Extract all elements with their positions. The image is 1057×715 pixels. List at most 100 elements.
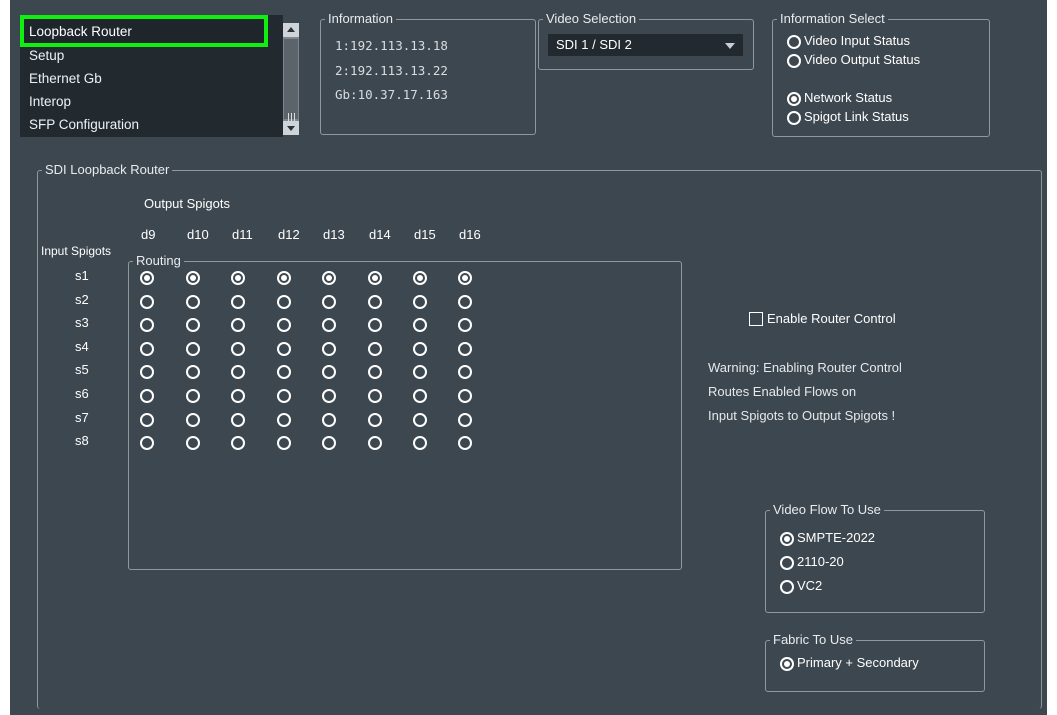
routing-radio-s5-d12[interactable] <box>277 365 291 379</box>
video-flow-option-1: SMPTE-2022 <box>797 530 876 545</box>
routing-radio-s2-d11[interactable] <box>231 295 245 309</box>
routing-radio-s2-d10[interactable] <box>186 295 200 309</box>
enable-router-control-checkbox[interactable] <box>749 312 763 326</box>
routing-title: Routing <box>136 253 181 268</box>
routing-radio-s8-d10[interactable] <box>186 436 200 450</box>
sdi-loopback-router-title: SDI Loopback Router <box>45 162 170 177</box>
routing-radio-s3-d9[interactable] <box>140 318 154 332</box>
routing-radio-s6-d11[interactable] <box>231 389 245 403</box>
routing-radio-s3-d15[interactable] <box>413 318 427 332</box>
routing-radio-s7-d10[interactable] <box>186 413 200 427</box>
video-flow-radio-1[interactable] <box>780 532 794 546</box>
routing-radio-s6-d12[interactable] <box>277 389 291 403</box>
routing-radio-s5-d10[interactable] <box>186 365 200 379</box>
routing-radio-s4-d14[interactable] <box>368 342 382 356</box>
routing-radio-s7-d13[interactable] <box>322 413 336 427</box>
nav-item-interop[interactable]: Interop <box>29 93 71 111</box>
routing-radio-s4-d13[interactable] <box>322 342 336 356</box>
routing-radio-s6-d16[interactable] <box>458 389 472 403</box>
routing-radio-s4-d9[interactable] <box>140 342 154 356</box>
scroll-thumb[interactable] <box>284 39 298 122</box>
routing-radio-s6-d10[interactable] <box>186 389 200 403</box>
information-select-title: Information Select <box>780 11 885 26</box>
input-spigot-label: s6 <box>75 386 89 401</box>
routing-radio-s6-d14[interactable] <box>368 389 382 403</box>
routing-radio-s5-d11[interactable] <box>231 365 245 379</box>
routing-radio-s8-d13[interactable] <box>322 436 336 450</box>
information-select-radio-1[interactable] <box>787 35 801 49</box>
fabric-option-1: Primary + Secondary <box>797 655 919 670</box>
routing-radio-s2-d13[interactable] <box>322 295 336 309</box>
info-line-3: Gb:10.37.17.163 <box>335 87 448 102</box>
input-spigot-label: s4 <box>75 339 89 354</box>
routing-radio-s8-d16[interactable] <box>458 436 472 450</box>
nav-item-sfp-configuration[interactable]: SFP Configuration <box>29 116 139 134</box>
routing-radio-s6-d13[interactable] <box>322 389 336 403</box>
routing-radio-s2-d15[interactable] <box>413 295 427 309</box>
video-flow-radio-3[interactable] <box>780 580 794 594</box>
routing-radio-s2-d9[interactable] <box>140 295 154 309</box>
routing-radio-s7-d11[interactable] <box>231 413 245 427</box>
warning-line-2: Routes Enabled Flows on <box>708 384 857 399</box>
routing-radio-s1-d13[interactable] <box>322 271 336 285</box>
routing-radio-s1-d11[interactable] <box>231 271 245 285</box>
routing-radio-s1-d10[interactable] <box>186 271 200 285</box>
routing-radio-s2-d12[interactable] <box>277 295 291 309</box>
output-spigot-header: d14 <box>369 227 391 242</box>
routing-radio-s6-d15[interactable] <box>413 389 427 403</box>
output-spigots-label: Output Spigots <box>144 196 230 211</box>
routing-radio-s1-d14[interactable] <box>368 271 382 285</box>
routing-radio-s8-d15[interactable] <box>413 436 427 450</box>
routing-radio-s8-d9[interactable] <box>140 436 154 450</box>
routing-radio-s3-d13[interactable] <box>322 318 336 332</box>
output-spigot-header: d11 <box>232 227 253 242</box>
nav-item-loopback-router[interactable]: Loopback Router <box>29 23 132 41</box>
routing-radio-s7-d16[interactable] <box>458 413 472 427</box>
routing-radio-s6-d9[interactable] <box>140 389 154 403</box>
routing-radio-s1-d16[interactable] <box>458 271 472 285</box>
information-select-radio-4[interactable] <box>787 111 801 125</box>
scroll-up-button[interactable] <box>283 23 299 37</box>
routing-radio-s3-d12[interactable] <box>277 318 291 332</box>
routing-radio-s3-d11[interactable] <box>231 318 245 332</box>
output-spigot-header: d9 <box>141 227 156 242</box>
routing-radio-s2-d16[interactable] <box>458 295 472 309</box>
information-select-radio-2[interactable] <box>787 54 801 68</box>
input-spigot-label: s2 <box>75 292 89 307</box>
scroll-down-button[interactable] <box>283 121 299 135</box>
routing-radio-s7-d12[interactable] <box>277 413 291 427</box>
information-select-radio-3[interactable] <box>787 92 801 106</box>
video-selection-dropdown[interactable]: SDI 1 / SDI 2 <box>548 34 743 56</box>
routing-radio-s3-d16[interactable] <box>458 318 472 332</box>
routing-radio-s5-d13[interactable] <box>322 365 336 379</box>
fabric-radio-1[interactable] <box>780 657 794 671</box>
routing-radio-s8-d12[interactable] <box>277 436 291 450</box>
routing-radio-s7-d9[interactable] <box>140 413 154 427</box>
routing-radio-s1-d15[interactable] <box>413 271 427 285</box>
routing-radio-s4-d15[interactable] <box>413 342 427 356</box>
routing-radio-s5-d16[interactable] <box>458 365 472 379</box>
information-select-option-1: Video Input Status <box>804 33 911 48</box>
routing-radio-s5-d15[interactable] <box>413 365 427 379</box>
routing-radio-s8-d14[interactable] <box>368 436 382 450</box>
routing-radio-s3-d10[interactable] <box>186 318 200 332</box>
nav-item-ethernet-gb[interactable]: Ethernet Gb <box>29 70 102 88</box>
routing-radio-s2-d14[interactable] <box>368 295 382 309</box>
video-flow-radio-2[interactable] <box>780 556 794 570</box>
routing-radio-s7-d15[interactable] <box>413 413 427 427</box>
nav-item-setup[interactable]: Setup <box>29 47 64 65</box>
routing-radio-s7-d14[interactable] <box>368 413 382 427</box>
warning-line-3: Input Spigots to Output Spigots ! <box>708 408 896 423</box>
routing-radio-s8-d11[interactable] <box>231 436 245 450</box>
routing-radio-s5-d14[interactable] <box>368 365 382 379</box>
routing-radio-s3-d14[interactable] <box>368 318 382 332</box>
routing-radio-s4-d11[interactable] <box>231 342 245 356</box>
routing-radio-s4-d16[interactable] <box>458 342 472 356</box>
routing-radio-s4-d10[interactable] <box>186 342 200 356</box>
routing-radio-s5-d9[interactable] <box>140 365 154 379</box>
routing-radio-s1-d12[interactable] <box>277 271 291 285</box>
nav-scrollbar[interactable] <box>283 23 299 135</box>
routing-radio-s4-d12[interactable] <box>277 342 291 356</box>
routing-radio-s1-d9[interactable] <box>140 271 154 285</box>
chevron-down-icon <box>725 43 735 49</box>
